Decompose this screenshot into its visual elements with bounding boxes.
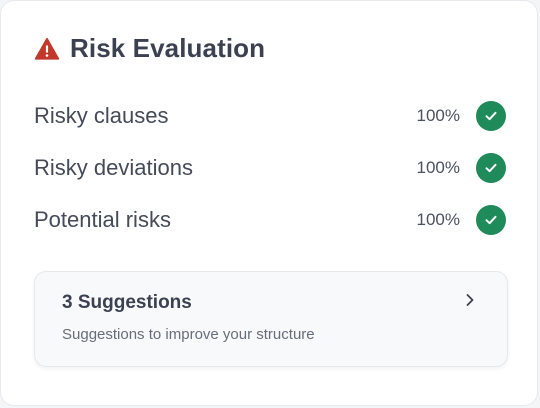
risk-evaluation-card: Risk Evaluation Risky clauses 100% Risky… (0, 0, 538, 406)
risk-row-risky-deviations: Risky deviations 100% (34, 151, 506, 185)
check-circle-icon (476, 153, 506, 183)
risk-label: Risky clauses (34, 103, 169, 128)
risk-value: 100% (416, 158, 460, 177)
card-header: Risk Evaluation (34, 33, 265, 64)
card-title: Risk Evaluation (70, 33, 266, 63)
suggestions-title: 3 Suggestions (62, 292, 192, 313)
risk-value: 100% (416, 210, 460, 229)
suggestions-panel[interactable]: 3 Suggestions Suggestions to improve you… (34, 271, 508, 367)
warning-triangle-icon (34, 37, 60, 60)
chevron-right-icon[interactable] (463, 292, 477, 308)
check-circle-icon (476, 205, 506, 235)
risk-label: Potential risks (34, 207, 171, 232)
suggestions-subtitle: Suggestions to improve your structure (62, 326, 315, 343)
check-circle-icon (476, 101, 506, 131)
risk-row-risky-clauses: Risky clauses 100% (34, 99, 506, 133)
risk-row-potential-risks: Potential risks 100% (34, 203, 506, 237)
risk-value: 100% (416, 106, 460, 125)
risk-label: Risky deviations (34, 155, 193, 180)
